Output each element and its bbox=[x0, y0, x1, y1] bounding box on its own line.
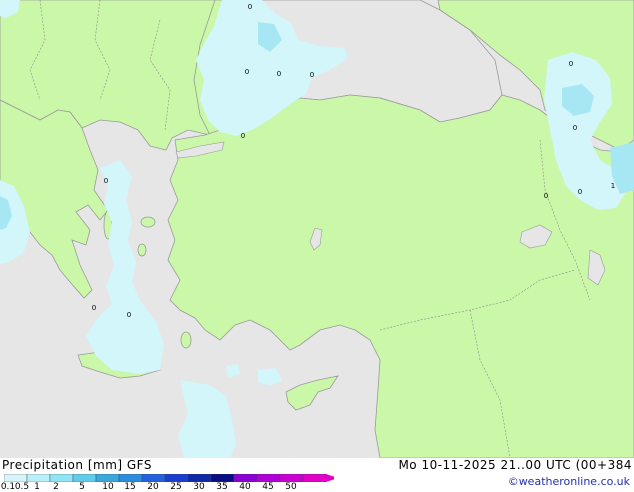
scale-swatch bbox=[302, 474, 327, 482]
scale-swatch bbox=[210, 474, 235, 482]
scale-arrow bbox=[326, 474, 334, 482]
station-value: 0 bbox=[569, 60, 573, 68]
scale-tick-label: 20 bbox=[147, 482, 159, 492]
land-rhodes bbox=[180, 331, 192, 349]
land-chios bbox=[137, 243, 147, 257]
station-value: 0 bbox=[277, 70, 281, 78]
scale-swatch bbox=[279, 474, 304, 482]
station-value: 0 bbox=[241, 132, 245, 140]
valid-time: Mo 10-11-2025 21..00 UTC (00+384 bbox=[398, 458, 632, 472]
scale-tick-label: 40 bbox=[239, 482, 251, 492]
scale-swatch bbox=[141, 474, 166, 482]
scale-swatch bbox=[233, 474, 258, 482]
scale-swatch bbox=[187, 474, 212, 482]
scale-tick-label: 35 bbox=[216, 482, 228, 492]
scale-tick-label: 1 bbox=[34, 482, 40, 492]
station-value: 0 bbox=[544, 192, 548, 200]
scale-tick-label: 15 bbox=[124, 482, 136, 492]
scale-tick-label: 10 bbox=[102, 482, 114, 492]
scale-tick-label: 5 bbox=[79, 482, 85, 492]
station-value: 0 bbox=[104, 177, 108, 185]
legend-footer: Precipitation [mm] GFS Mo 10-11-2025 21.… bbox=[0, 458, 634, 492]
scale-swatch bbox=[118, 474, 143, 482]
scale-tick-label: 0.5 bbox=[14, 482, 30, 492]
station-value: 0 bbox=[245, 68, 249, 76]
scale-swatch bbox=[256, 474, 281, 482]
station-value: 0 bbox=[578, 188, 582, 196]
scale-swatch bbox=[164, 474, 189, 482]
scale-swatch bbox=[95, 474, 120, 482]
color-scale bbox=[4, 474, 334, 482]
scale-swatch bbox=[49, 474, 74, 482]
scale-swatch bbox=[4, 474, 28, 482]
station-value: 0 bbox=[573, 124, 577, 132]
scale-tick-label: 0.1 bbox=[0, 482, 16, 492]
station-value: 0 bbox=[248, 3, 252, 11]
precipitation-map: 0 0 0 0 0 0 0 0 0 0 0 0 1 bbox=[0, 0, 634, 458]
land-lesbos bbox=[140, 216, 156, 228]
station-value: 0 bbox=[92, 304, 96, 312]
scale-tick-label: 50 bbox=[285, 482, 297, 492]
scale-tick-label: 30 bbox=[193, 482, 205, 492]
station-value: 0 bbox=[310, 71, 314, 79]
credit-link[interactable]: ©weatheronline.co.uk bbox=[508, 475, 630, 488]
station-value: 1 bbox=[611, 182, 615, 190]
station-value: 0 bbox=[127, 311, 131, 319]
scale-swatch bbox=[72, 474, 97, 482]
map-title: Precipitation [mm] GFS bbox=[2, 458, 152, 472]
scale-tick-label: 2 bbox=[53, 482, 59, 492]
scale-tick-label: 45 bbox=[262, 482, 274, 492]
scale-swatch bbox=[26, 474, 51, 482]
scale-tick-label: 25 bbox=[170, 482, 182, 492]
